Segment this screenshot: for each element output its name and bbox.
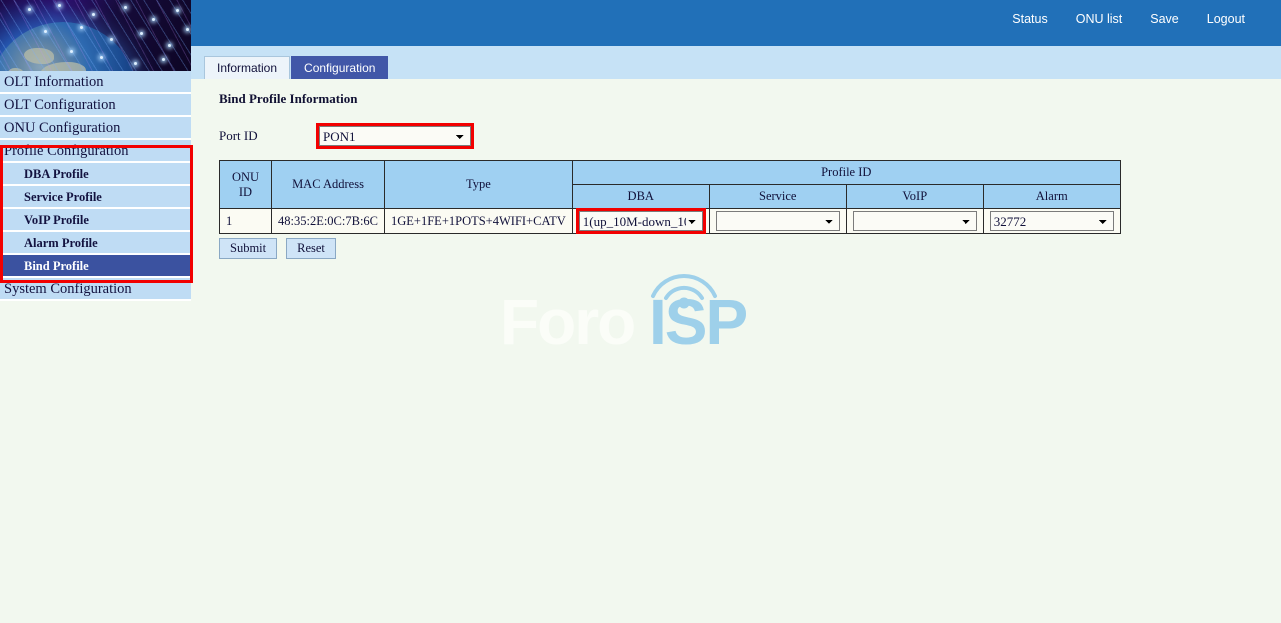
sidebar-navigation: OLT Information OLT Configuration ONU Co… <box>0 71 191 301</box>
alarm-profile-select[interactable]: 32772 <box>990 211 1114 231</box>
cell-type: 1GE+1FE+1POTS+4WIFI+CATV <box>385 209 573 234</box>
table-row: 1 48:35:2E:0C:7B:6C 1GE+1FE+1POTS+4WIFI+… <box>220 209 1121 234</box>
nav-link-logout[interactable]: Logout <box>1193 12 1259 26</box>
port-id-select[interactable]: PON1 <box>319 126 471 146</box>
service-profile-select[interactable] <box>716 211 840 231</box>
cell-mac-address: 48:35:2E:0C:7B:6C <box>272 209 385 234</box>
tab-strip: Information Configuration <box>191 46 1281 79</box>
nav-link-onu-list[interactable]: ONU list <box>1062 12 1137 26</box>
sidebar-item-voip-profile[interactable]: VoIP Profile <box>0 209 191 232</box>
sidebar-item-system-configuration[interactable]: System Configuration <box>0 278 191 301</box>
th-onu-id: ONU ID <box>220 161 272 209</box>
bind-profile-table: ONU ID MAC Address Type Profile ID DBA S… <box>219 160 1121 234</box>
page-title: Bind Profile Information <box>219 91 1281 107</box>
th-service: Service <box>709 185 846 209</box>
cell-onu-id: 1 <box>220 209 272 234</box>
sidebar-item-profile-configuration[interactable]: Profile Configuration <box>0 140 191 163</box>
top-header-bar: Status ONU list Save Logout <box>191 0 1281 46</box>
cell-alarm: 32772 <box>983 209 1120 234</box>
cell-service <box>709 209 846 234</box>
table-body: 1 48:35:2E:0C:7B:6C 1GE+1FE+1POTS+4WIFI+… <box>220 209 1121 234</box>
sidebar-item-olt-information[interactable]: OLT Information <box>0 71 191 94</box>
tab-configuration[interactable]: Configuration <box>291 56 388 79</box>
sidebar-item-service-profile[interactable]: Service Profile <box>0 186 191 209</box>
port-id-row: Port ID PON1 <box>219 123 1281 149</box>
dba-profile-select[interactable]: 1(up_10M-down_10 <box>579 211 703 231</box>
table-head: ONU ID MAC Address Type Profile ID DBA S… <box>220 161 1121 209</box>
main-content: Bind Profile Information Port ID PON1 ON… <box>191 79 1281 623</box>
top-navigation: Status ONU list Save Logout <box>998 12 1259 26</box>
th-voip: VoIP <box>846 185 983 209</box>
sidebar-item-olt-configuration[interactable]: OLT Configuration <box>0 94 191 117</box>
sidebar-item-bind-profile[interactable]: Bind Profile <box>0 255 191 278</box>
table-header-row-1: ONU ID MAC Address Type Profile ID <box>220 161 1121 185</box>
th-type: Type <box>385 161 573 209</box>
form-button-row: Submit Reset <box>219 238 1281 259</box>
sidebar-item-dba-profile[interactable]: DBA Profile <box>0 163 191 186</box>
nav-link-save[interactable]: Save <box>1136 12 1193 26</box>
tab-information[interactable]: Information <box>204 56 290 79</box>
th-alarm: Alarm <box>983 185 1120 209</box>
cell-dba: 1(up_10M-down_10 <box>572 209 709 234</box>
port-id-label: Port ID <box>219 128 319 144</box>
sidebar-item-onu-configuration[interactable]: ONU Configuration <box>0 117 191 140</box>
sidebar-item-alarm-profile[interactable]: Alarm Profile <box>0 232 191 255</box>
voip-profile-select[interactable] <box>853 211 977 231</box>
th-mac-address: MAC Address <box>272 161 385 209</box>
light-sparks <box>0 0 191 71</box>
submit-button[interactable]: Submit <box>219 238 277 259</box>
th-profile-id: Profile ID <box>572 161 1120 185</box>
th-dba: DBA <box>572 185 709 209</box>
reset-button[interactable]: Reset <box>286 238 336 259</box>
globe-fiber-optic-banner <box>0 0 191 71</box>
nav-link-status[interactable]: Status <box>998 12 1061 26</box>
application-window: Status ONU list Save Logout Information … <box>0 0 1281 623</box>
cell-voip <box>846 209 983 234</box>
